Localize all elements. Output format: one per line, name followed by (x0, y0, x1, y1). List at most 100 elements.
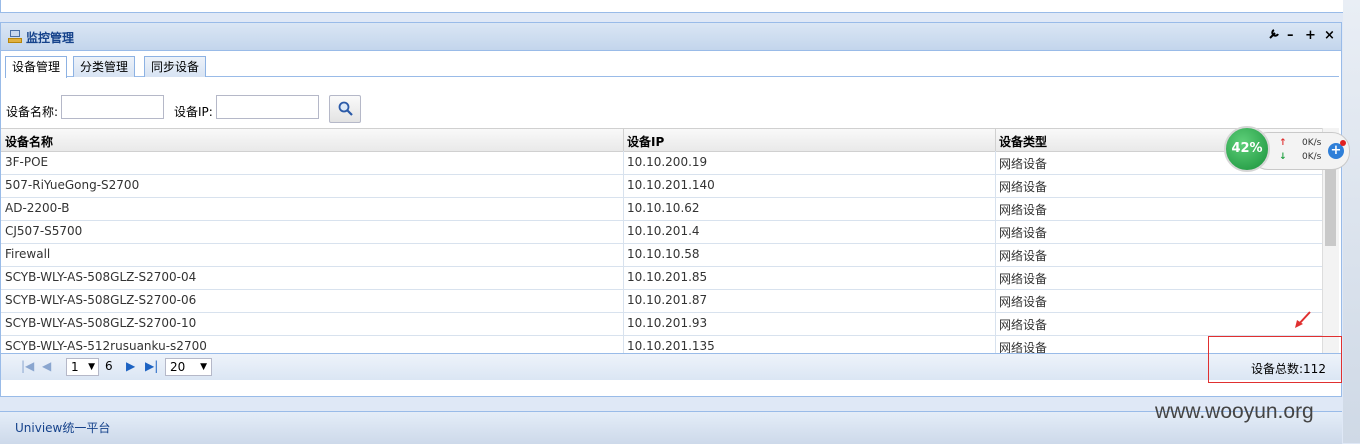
column-divider (995, 243, 996, 266)
cell-device-name: CJ507-S5700 (5, 224, 83, 238)
last-page-icon[interactable]: ▶| (145, 359, 158, 373)
page-size: 20 (170, 360, 186, 374)
column-divider (623, 197, 624, 220)
table-row[interactable]: SCYB-WLY-AS-512rusuanku-s2700 10.10.201.1… (1, 335, 1323, 353)
cell-device-name: SCYB-WLY-AS-508GLZ-S2700-10 (5, 316, 197, 330)
first-page-icon[interactable]: |◀ (21, 359, 34, 373)
table-row[interactable]: SCYB-WLY-AS-508GLZ-S2700-10 10.10.201.93 网… (1, 312, 1323, 336)
download-speed: 0K/s (1302, 152, 1322, 162)
scrollbar-thumb[interactable] (1325, 168, 1336, 246)
usage-percent: 42% (1224, 126, 1270, 172)
column-divider (623, 151, 624, 174)
cell-device-name: Firewall (5, 247, 51, 261)
panel-header: 监控管理 – + × (1, 23, 1341, 51)
column-divider (623, 174, 624, 197)
cell-device-name: SCYB-WLY-AS-508GLZ-S2700-04 (5, 270, 197, 284)
cell-device-ip: 10.10.200.19 (627, 155, 708, 169)
monitor-panel: 监控管理 – + × 设备管理 分类管理 同步设备 设备名称: 设备IP: 设备… (0, 22, 1342, 397)
column-divider (995, 129, 996, 151)
device-grid: 设备名称 设备IP 设备类型 3F-POE 10.10.200.19 网络设备 507… (1, 128, 1323, 353)
cell-device-name: 3F-POE (5, 155, 49, 169)
tab-sync-device[interactable]: 同步设备 (144, 56, 207, 77)
cell-device-type: 网络设备 (999, 249, 1048, 263)
upload-arrow-icon: ↑ (1279, 138, 1287, 148)
cell-device-ip: 10.10.10.58 (627, 247, 700, 261)
column-divider (995, 289, 996, 312)
device-ip-input[interactable] (216, 95, 319, 119)
column-divider (623, 335, 624, 353)
cell-device-type: 网络设备 (999, 341, 1048, 353)
tab-device-management[interactable]: 设备管理 (5, 56, 68, 78)
cell-device-type: 网络设备 (999, 272, 1048, 286)
table-row[interactable]: CJ507-S5700 10.10.201.4 网络设备 (1, 220, 1323, 244)
cell-device-name: AD-2200-B (5, 201, 70, 215)
table-row[interactable]: 3F-POE 10.10.200.19 网络设备 (1, 151, 1323, 175)
cell-device-type: 网络设备 (999, 226, 1048, 240)
cell-device-type: 网络设备 (999, 157, 1048, 171)
cell-device-type: 网络设备 (999, 203, 1048, 217)
column-divider (623, 312, 624, 335)
column-header-device-name[interactable]: 设备名称 (5, 133, 53, 150)
column-divider (623, 243, 624, 266)
chevron-down-icon: ▼ (88, 362, 95, 372)
maximize-icon[interactable]: + (1305, 28, 1316, 43)
cell-device-ip: 10.10.201.4 (627, 224, 700, 238)
cell-device-ip: 10.10.201.93 (627, 316, 708, 330)
table-row[interactable]: AD-2200-B 10.10.10.62 网络设备 (1, 197, 1323, 221)
footer-bar: Uniview统一平台 (0, 411, 1342, 444)
chevron-down-icon: ▼ (200, 362, 207, 372)
cell-device-ip: 10.10.201.135 (627, 339, 715, 353)
network-speed-widget[interactable]: 42% ↑ 0K/s ↓ 0K/s + (1224, 126, 1350, 172)
column-header-device-ip[interactable]: 设备IP (627, 133, 664, 150)
device-name-input[interactable] (61, 95, 164, 119)
column-divider (623, 289, 624, 312)
cell-device-name: SCYB-WLY-AS-508GLZ-S2700-06 (5, 293, 197, 307)
minimize-icon[interactable]: – (1287, 28, 1294, 43)
cell-device-ip: 10.10.201.85 (627, 270, 708, 284)
red-arrow-icon (1295, 311, 1311, 328)
paging-toolbar: |◀ ◀ 1 ▼ 6 ▶ ▶| 20 ▼ 设备总数:112 (1, 353, 1341, 380)
cell-device-ip: 10.10.201.140 (627, 178, 715, 192)
cell-device-name: SCYB-WLY-AS-512rusuanku-s2700 (5, 339, 207, 353)
top-strip (0, 0, 1344, 13)
column-divider (995, 151, 996, 174)
upload-speed: 0K/s (1302, 138, 1322, 148)
device-name-label: 设备名称: (6, 105, 59, 119)
page-number-select[interactable]: 1 ▼ (66, 358, 99, 376)
cell-device-type: 网络设备 (999, 295, 1048, 309)
table-row[interactable]: SCYB-WLY-AS-508GLZ-S2700-04 10.10.201.85 网… (1, 266, 1323, 290)
column-divider (623, 220, 624, 243)
grid-header: 设备名称 设备IP 设备类型 (1, 128, 1323, 152)
total-pages: 6 (105, 359, 113, 373)
wrench-icon[interactable] (1268, 28, 1280, 44)
cell-device-name: 507-RiYueGong-S2700 (5, 178, 140, 192)
close-icon[interactable]: × (1324, 28, 1335, 43)
column-divider (995, 335, 996, 353)
column-divider (995, 197, 996, 220)
table-row[interactable]: 507-RiYueGong-S2700 10.10.201.140 网络设备 (1, 174, 1323, 198)
monitor-icon (8, 30, 22, 43)
cell-device-type: 网络设备 (999, 318, 1048, 332)
prev-page-icon[interactable]: ◀ (42, 359, 51, 373)
search-icon (338, 101, 353, 116)
highlight-box (1208, 336, 1342, 383)
next-page-icon[interactable]: ▶ (126, 359, 135, 373)
cell-device-type: 网络设备 (999, 180, 1048, 194)
device-ip-label: 设备IP: (174, 105, 213, 119)
table-row[interactable]: Firewall 10.10.10.58 网络设备 (1, 243, 1323, 267)
tab-category-management[interactable]: 分类管理 (73, 56, 136, 77)
cell-device-ip: 10.10.201.87 (627, 293, 708, 307)
column-divider (623, 129, 624, 151)
search-button[interactable] (329, 95, 361, 123)
current-page: 1 (71, 360, 79, 374)
watermark: www.wooyun.org (1155, 400, 1314, 423)
notification-dot (1340, 140, 1346, 146)
table-row[interactable]: SCYB-WLY-AS-508GLZ-S2700-06 10.10.201.87 网… (1, 289, 1323, 313)
page-size-select[interactable]: 20 ▼ (165, 358, 212, 376)
column-divider (995, 220, 996, 243)
desktop-background (1343, 0, 1360, 443)
footer-text[interactable]: Uniview统一平台 (15, 419, 110, 436)
download-arrow-icon: ↓ (1279, 152, 1287, 162)
column-divider (995, 312, 996, 335)
column-header-device-type[interactable]: 设备类型 (999, 133, 1047, 150)
